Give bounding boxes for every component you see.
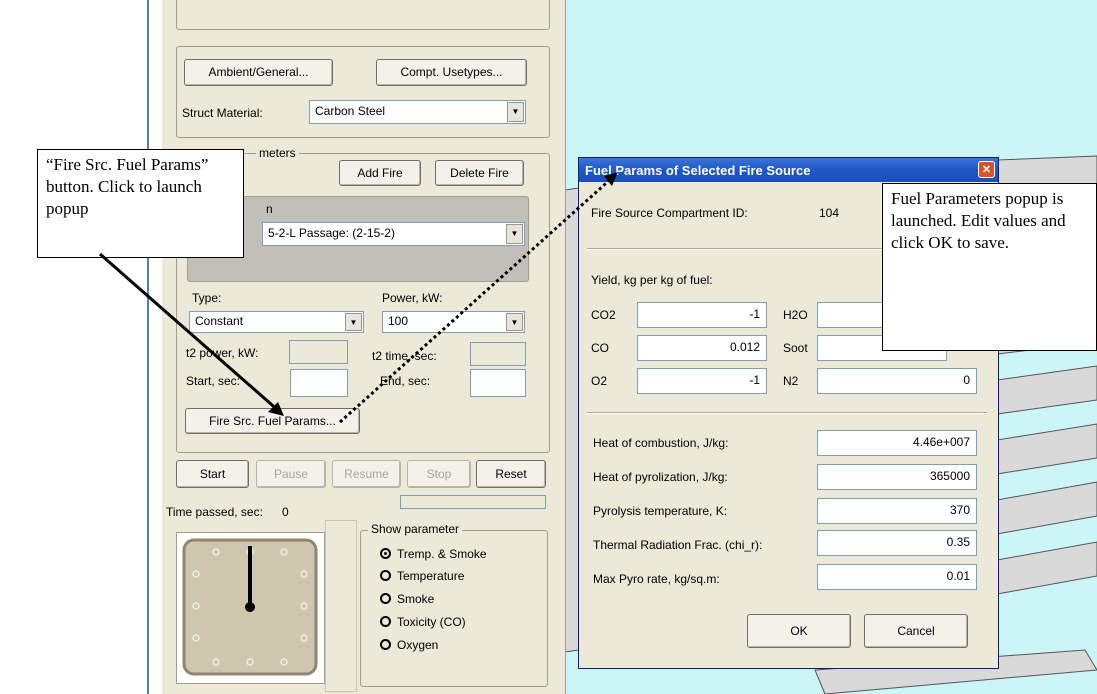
t2-time-label: t2 time, sec: [372, 349, 437, 363]
fire-source-select[interactable]: 5-2-L Passage: (2-15-2) ▼ [262, 222, 525, 246]
dialog-title: Fuel Params of Selected Fire Source [585, 163, 811, 178]
o2-field[interactable]: -1 [637, 368, 767, 394]
add-fire-button[interactable]: Add Fire [339, 160, 421, 186]
resume-button[interactable]: Resume [332, 460, 401, 488]
close-icon[interactable]: ✕ [978, 161, 995, 178]
compt-usetypes-button[interactable]: Compt. Usetypes... [376, 59, 527, 86]
n2-field[interactable]: 0 [817, 368, 977, 394]
n2-label: N2 [783, 374, 799, 388]
radio-label: Tremp. & Smoke [397, 547, 487, 561]
chevron-down-icon[interactable]: ▼ [507, 102, 524, 122]
heat-combustion-field[interactable]: 4.46e+007 [817, 430, 977, 456]
clock-icon [182, 538, 318, 676]
pyro-temp-field[interactable]: 370 [817, 498, 977, 524]
type-value: Constant [195, 314, 244, 328]
type-label: Type: [192, 291, 222, 305]
heat-pyrolization-label: Heat of pyrolization, J/kg: [593, 470, 728, 484]
radio-temperature[interactable]: Temperature [380, 569, 464, 583]
radio-smoke[interactable]: Smoke [380, 592, 434, 606]
fire-list-label: n [266, 202, 273, 216]
stop-button[interactable]: Stop [407, 460, 471, 488]
start-sec-label: Start, sec: [186, 374, 241, 388]
struct-material-value: Carbon Steel [315, 104, 386, 118]
heat-pyrolization-value: 365000 [929, 469, 970, 483]
power-select[interactable]: 100 ▼ [382, 311, 525, 333]
co-value: 0.012 [729, 340, 760, 354]
show-parameter-label: Show parameter [368, 522, 463, 536]
struct-material-label: Struct Material: [182, 106, 263, 120]
type-select[interactable]: Constant ▼ [189, 311, 364, 333]
t2-power-label: t2 power, kW: [186, 346, 259, 360]
compartment-id-value: 104 [819, 206, 840, 220]
time-passed-label: Time passed, sec: [166, 505, 263, 519]
chevron-down-icon[interactable]: ▼ [345, 313, 362, 331]
dialog-titlebar[interactable]: Fuel Params of Selected Fire Source ✕ [579, 158, 998, 182]
pause-button[interactable]: Pause [256, 460, 326, 488]
struct-material-select[interactable]: Carbon Steel ▼ [309, 100, 526, 124]
end-sec-field[interactable] [470, 369, 526, 397]
thermal-rad-value: 0.35 [946, 535, 970, 549]
max-pyro-field[interactable]: 0.01 [817, 564, 977, 590]
pyro-temp-label: Pyrolysis temperature, K: [593, 504, 728, 518]
divider [587, 412, 987, 414]
chevron-down-icon[interactable]: ▼ [506, 313, 523, 331]
o2-label: O2 [591, 374, 608, 388]
radio-oxygen[interactable]: Oxygen [380, 638, 438, 652]
radio-icon [380, 570, 391, 581]
start-sec-field[interactable] [290, 369, 348, 397]
soot-label: Soot [783, 341, 808, 355]
ok-button[interactable]: OK [747, 614, 851, 648]
t2-time-field[interactable] [470, 342, 526, 366]
heat-combustion-label: Heat of combustion, J/kg: [593, 436, 729, 450]
delete-fire-button[interactable]: Delete Fire [435, 160, 524, 186]
radio-icon [380, 593, 391, 604]
fire-params-group-label: meters [256, 146, 299, 160]
fire-src-fuel-params-button[interactable]: Fire Src. Fuel Params... [185, 408, 360, 434]
radio-selected-icon [380, 548, 391, 559]
n2-value: 0 [963, 373, 970, 387]
radio-label: Oxygen [397, 638, 439, 652]
time-passed-value: 0 [282, 505, 289, 519]
t2-power-field[interactable] [289, 340, 348, 364]
thermal-rad-field[interactable]: 0.35 [817, 530, 977, 556]
control-panel: Ambient/General... Compt. Usetypes... St… [162, 0, 566, 694]
radio-tremp-smoke[interactable]: Tremp. & Smoke [380, 547, 487, 561]
fire-source-value: 5-2-L Passage: (2-15-2) [268, 226, 395, 240]
power-value: 100 [388, 314, 409, 328]
clock-side-bar [325, 520, 357, 692]
progress-bar [400, 495, 546, 509]
top-groupbox [176, 0, 550, 30]
co2-label: CO2 [591, 308, 616, 322]
co-label: CO [591, 341, 609, 355]
end-sec-label: End, sec: [380, 374, 431, 388]
start-button[interactable]: Start [176, 460, 249, 488]
yield-label: Yield, kg per kg of fuel: [591, 273, 713, 287]
co2-value: -1 [749, 307, 760, 321]
cancel-button[interactable]: Cancel [864, 614, 968, 648]
o2-value: -1 [749, 373, 760, 387]
window-left-border [147, 0, 149, 694]
callout-fuel-params-button: “Fire Src. Fuel Params” button. Click to… [37, 149, 244, 258]
power-label: Power, kW: [382, 291, 443, 305]
pyro-temp-value: 370 [949, 503, 970, 517]
max-pyro-label: Max Pyro rate, kg/sq.m: [593, 572, 720, 586]
co-field[interactable]: 0.012 [637, 335, 767, 361]
ambient-general-button[interactable]: Ambient/General... [184, 59, 333, 86]
radio-label: Smoke [397, 592, 435, 606]
radio-icon [380, 639, 391, 650]
heat-combustion-value: 4.46e+007 [912, 435, 970, 449]
chevron-down-icon[interactable]: ▼ [506, 224, 523, 244]
h2o-label: H2O [783, 308, 808, 322]
radio-toxicity[interactable]: Toxicity (CO) [380, 615, 466, 629]
heat-pyrolization-field[interactable]: 365000 [817, 464, 977, 490]
radio-label: Toxicity (CO) [397, 615, 466, 629]
callout-fuel-params-popup: Fuel Parameters popup is launched. Edit … [882, 183, 1097, 351]
radio-icon [380, 616, 391, 627]
max-pyro-value: 0.01 [946, 569, 970, 583]
thermal-rad-label: Thermal Radiation Frac. (chi_r): [593, 538, 763, 552]
reset-button[interactable]: Reset [476, 460, 546, 488]
radio-label: Temperature [397, 569, 465, 583]
compartment-id-label: Fire Source Compartment ID: [591, 206, 748, 220]
co2-field[interactable]: -1 [637, 302, 767, 328]
